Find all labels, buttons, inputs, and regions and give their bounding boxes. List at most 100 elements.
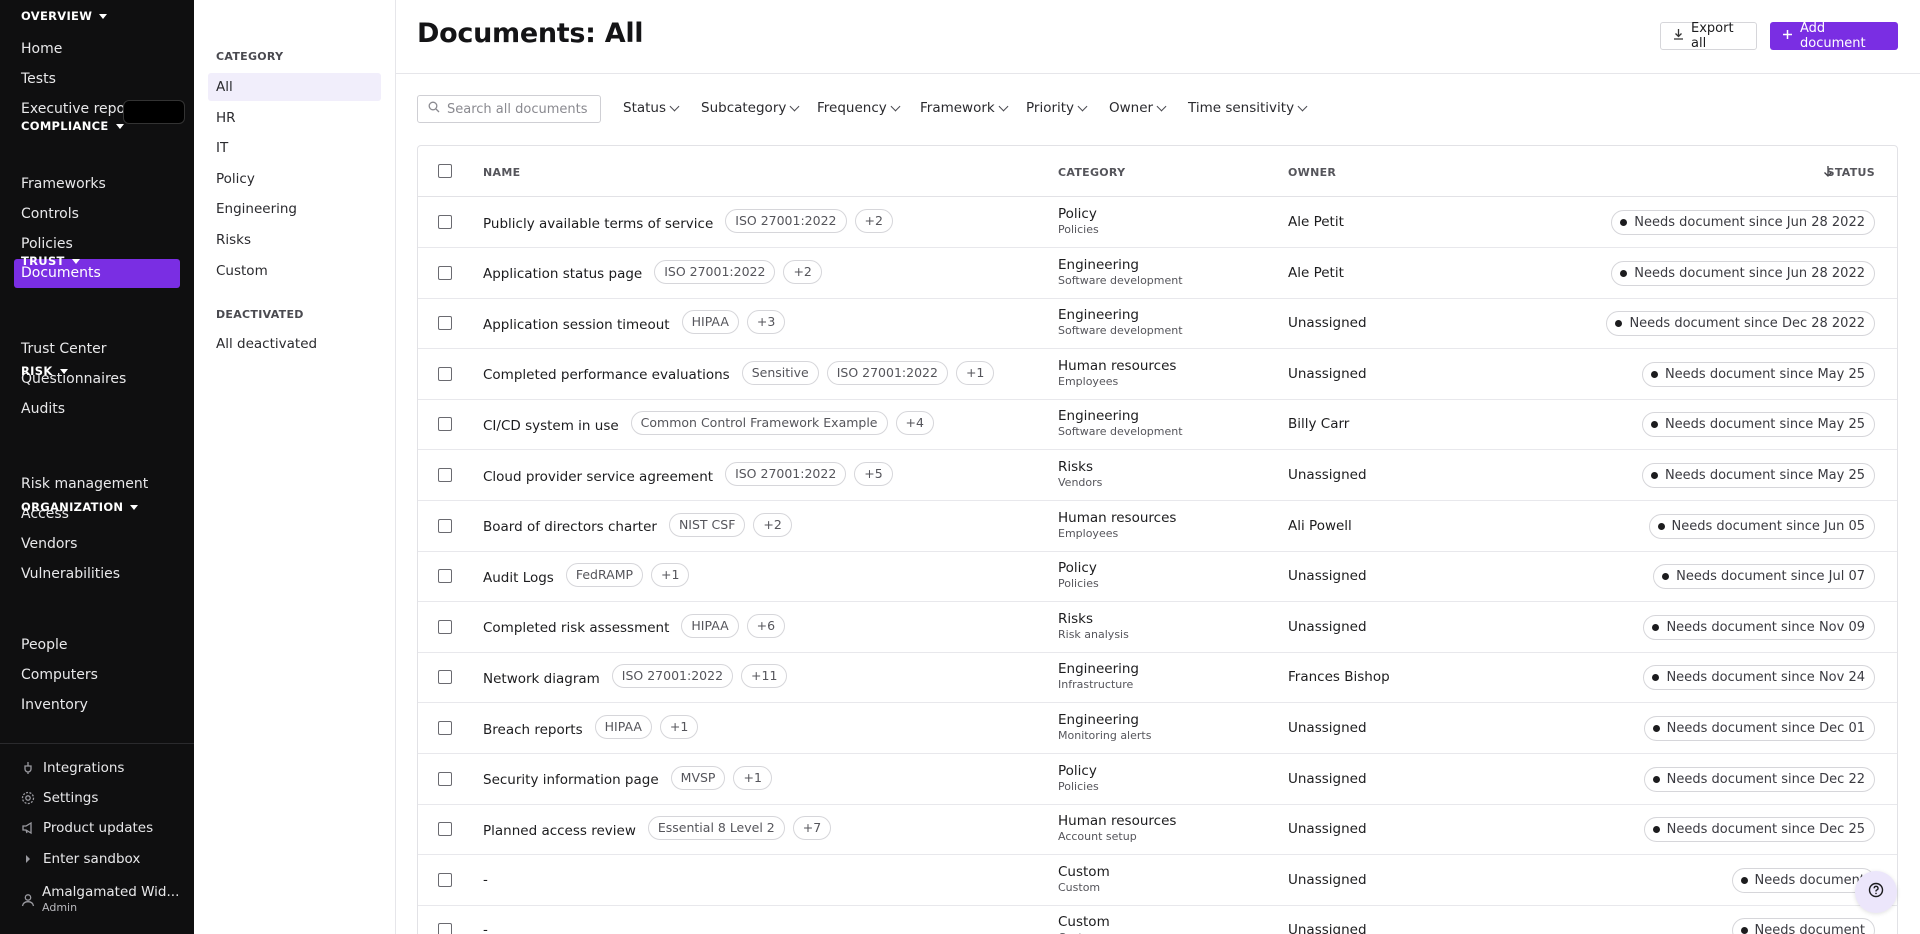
nav-item-controls[interactable]: Controls (21, 204, 79, 224)
document-name[interactable]: Audit Logs (483, 570, 554, 586)
category-item-risks[interactable]: Risks (216, 226, 251, 254)
framework-tag[interactable]: +2 (753, 512, 792, 537)
document-name[interactable]: Application status page (483, 266, 642, 282)
filter-owner[interactable]: Owner (1109, 100, 1167, 116)
table-row[interactable]: Board of directors charter NIST CSF +2 Huma… (418, 501, 1897, 552)
nav-item-tests[interactable]: Tests (21, 69, 56, 89)
nav-section-compliance[interactable]: COMPLIANCE (21, 119, 124, 133)
row-checkbox[interactable] (438, 468, 452, 482)
framework-tag[interactable]: +11 (741, 664, 788, 689)
nav-section-trust[interactable]: TRUST (21, 254, 80, 268)
document-name[interactable]: Network diagram (483, 671, 600, 687)
export-all-button[interactable]: Export all (1660, 21, 1757, 51)
nav-item-home[interactable]: Home (21, 39, 62, 59)
category-item-all[interactable]: All (208, 73, 381, 101)
table-row[interactable]: Security information page MVSP +1 Policy Pol… (418, 754, 1897, 805)
table-row[interactable]: - CustomCustom Unassigned Needs document (418, 905, 1897, 934)
nav-item-policies[interactable]: Policies (21, 234, 73, 254)
framework-tag[interactable]: ISO 27001:2022 (725, 209, 847, 233)
filter-subcategory[interactable]: Subcategory (701, 100, 800, 116)
nav-item-integrations[interactable]: Integrations (20, 760, 124, 776)
table-row[interactable]: Network diagram ISO 27001:2022 +11 Engineer… (418, 652, 1897, 704)
table-row[interactable]: Audit Logs FedRAMP +1 Policy Policies Unassig… (418, 551, 1897, 603)
framework-tag[interactable]: MVSP (670, 765, 726, 790)
category-item-it[interactable]: IT (216, 134, 228, 162)
nav-item-product-updates[interactable]: Product updates (20, 820, 153, 836)
framework-tag[interactable]: HIPAA (681, 310, 739, 335)
nav-section-risk[interactable]: RISK (21, 364, 68, 378)
row-checkbox[interactable] (438, 822, 452, 837)
category-item-engineering[interactable]: Engineering (216, 195, 297, 223)
category-item-custom[interactable]: Custom (216, 257, 268, 285)
document-name[interactable]: Completed performance evaluations (483, 367, 730, 383)
filter-time-sensitivity[interactable]: Time sensitivity (1188, 100, 1308, 116)
framework-tag[interactable]: ISO 27001:2022 (611, 664, 734, 689)
document-name[interactable]: Board of directors charter (483, 519, 657, 535)
framework-tag[interactable]: Sensitive (741, 360, 819, 385)
nav-item-enter-sandbox[interactable]: Enter sandbox (20, 851, 140, 867)
framework-tag[interactable]: Common Control Framework Example (630, 411, 888, 436)
table-row[interactable]: Completed performance evaluations Sensiti… (418, 349, 1897, 400)
framework-tag[interactable]: ISO 27001:2022 (725, 462, 847, 486)
framework-tag[interactable]: +5 (854, 462, 893, 486)
table-row[interactable]: Completed risk assessment HIPAA +6 Risks Ris… (418, 602, 1897, 653)
framework-tag[interactable]: +2 (783, 259, 822, 284)
row-checkbox[interactable] (438, 771, 452, 786)
filter-priority[interactable]: Priority (1026, 100, 1088, 116)
nav-item-vulnerabilities[interactable]: Vulnerabilities (21, 564, 120, 584)
framework-tag[interactable]: NIST CSF (668, 512, 746, 537)
filter-frequency[interactable]: Frequency (817, 100, 901, 116)
document-name[interactable]: Completed risk assessment (483, 620, 669, 636)
framework-tag[interactable]: Essential 8 Level 2 (647, 816, 785, 841)
category-item-policy[interactable]: Policy (216, 165, 255, 193)
document-name[interactable]: - (483, 872, 488, 888)
document-name[interactable]: Breach reports (483, 722, 583, 738)
framework-tag[interactable]: HIPAA (594, 715, 652, 739)
document-name[interactable]: Planned access review (483, 823, 636, 839)
nav-item-trust-center[interactable]: Trust Center (21, 339, 106, 359)
framework-tag[interactable]: +1 (955, 360, 995, 385)
column-status[interactable]: STATUS (1827, 166, 1875, 179)
category-item-hr[interactable]: HR (216, 104, 236, 132)
row-checkbox[interactable] (438, 215, 452, 229)
nav-item-settings[interactable]: Settings (20, 790, 98, 806)
row-checkbox[interactable] (438, 923, 452, 934)
row-checkbox[interactable] (438, 316, 452, 331)
framework-tag[interactable]: +4 (895, 411, 934, 436)
nav-section-organization[interactable]: ORGANIZATION (21, 500, 139, 514)
table-row[interactable]: CI/CD system in use Common Control Framew… (418, 399, 1897, 451)
org-name[interactable]: Amalgamated Wid... (42, 884, 179, 900)
framework-tag[interactable]: +3 (746, 310, 786, 335)
nav-item-risk-management[interactable]: Risk management (21, 474, 148, 494)
category-item-all-deactivated[interactable]: All deactivated (216, 330, 317, 358)
row-checkbox[interactable] (438, 265, 452, 280)
nav-item-executive-report[interactable]: Executive report (21, 99, 136, 119)
nav-item-vendors[interactable]: Vendors (21, 534, 77, 554)
document-name[interactable]: Security information page (483, 772, 659, 788)
framework-tag[interactable]: +6 (746, 613, 786, 638)
search-input[interactable]: Search all documents (417, 95, 601, 123)
framework-tag[interactable]: ISO 27001:2022 (826, 360, 948, 385)
nav-item-people[interactable]: People (21, 635, 68, 655)
column-category[interactable]: CATEGORY (1058, 166, 1125, 179)
document-name[interactable]: - (483, 922, 488, 934)
table-row[interactable]: Cloud provider service agreement ISO 2700… (418, 450, 1897, 501)
row-checkbox[interactable] (438, 569, 452, 584)
column-name[interactable]: NAME (483, 166, 520, 179)
column-owner[interactable]: OWNER (1288, 166, 1336, 179)
document-name[interactable]: Application session timeout (483, 317, 670, 333)
table-row[interactable]: Planned access review Essential 8 Level 2… (418, 804, 1897, 856)
framework-tag[interactable]: +1 (659, 715, 699, 739)
row-checkbox[interactable] (438, 872, 452, 887)
row-checkbox[interactable] (438, 518, 452, 533)
filter-status[interactable]: Status (623, 100, 680, 116)
help-button[interactable] (1855, 871, 1897, 913)
document-name[interactable]: Cloud provider service agreement (483, 469, 713, 485)
table-row[interactable]: Application session timeout HIPAA +3 Engine… (418, 298, 1897, 350)
add-document-button[interactable]: Add document (1770, 21, 1898, 51)
document-name[interactable]: Publicly available terms of service (483, 216, 713, 232)
row-checkbox[interactable] (438, 417, 452, 432)
row-checkbox[interactable] (438, 619, 452, 634)
table-row[interactable]: Application status page ISO 27001:2022 +2 E… (418, 248, 1897, 299)
framework-tag[interactable]: +2 (854, 209, 893, 233)
